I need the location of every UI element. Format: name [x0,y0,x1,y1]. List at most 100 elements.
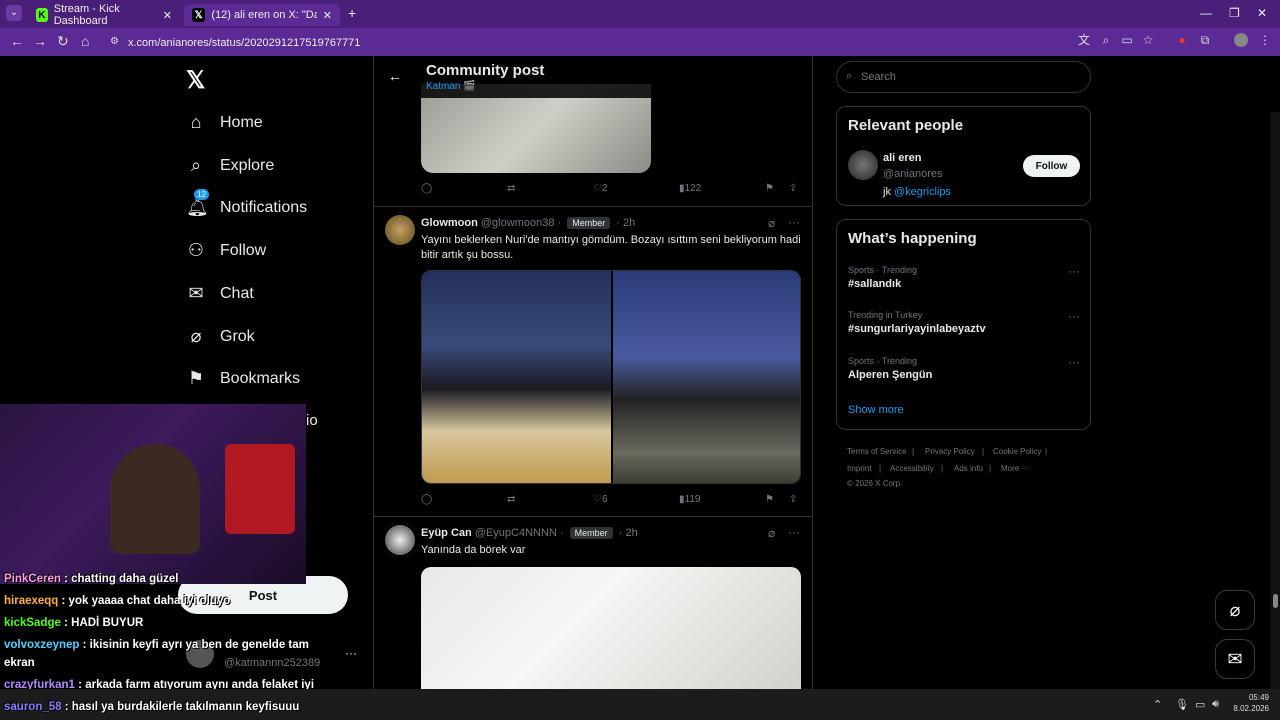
display-icon[interactable]: ▭ [1195,698,1205,711]
extensions-icon[interactable]: ⧉ [1198,33,1212,47]
show-more-link[interactable]: Show more [848,404,904,416]
share-icon[interactable]: ⇪ [789,494,797,505]
back-arrow-icon[interactable]: ← [388,68,402,84]
extension-opera-icon[interactable]: ● [1175,33,1189,47]
restore-icon[interactable]: ❐ [1229,6,1240,20]
tab-search-icon[interactable]: ⌄ [6,5,22,21]
view-count: 122 [684,183,702,194]
trend-item[interactable]: Sports · Trending #sallandık [848,265,917,290]
profile-avatar[interactable] [1234,33,1248,47]
footer-terms[interactable]: Terms of Service [847,447,907,456]
volume-icon[interactable]: 🔊︎ [1212,698,1219,711]
back-icon[interactable]: ← [10,33,24,49]
footer-accessibility[interactable]: Accessibility [890,464,934,473]
forward-icon[interactable]: → [33,33,47,49]
sidebar-item-grok[interactable]: ⌀ Grok [186,326,255,347]
avatar[interactable] [385,525,415,555]
views-icon[interactable]: ▮ 122 [679,183,701,194]
footer-more[interactable]: More ··· [1001,464,1029,473]
reply-icon[interactable]: ◯ [421,183,432,194]
minimize-icon[interactable]: — [1200,6,1212,20]
tweet-eyupcan[interactable]: Eyüp Can @EyupC4NNNN · Member · 2h ⌀ ···… [374,517,812,689]
close-tab-icon[interactable]: ✕ [323,9,332,22]
tweet-time[interactable]: · 2h [616,217,635,229]
tab-x-post[interactable]: 𝕏 (12) ali eren on X: "Dark Souls 3 ✕ [184,4,340,26]
person-handle[interactable]: @anianores [883,168,942,180]
clock[interactable]: 05:49 8.02.2026 [1233,693,1269,713]
close-tab-icon[interactable]: ✕ [163,9,172,22]
share-icon[interactable]: ⇪ [789,183,797,194]
author-name[interactable]: Eyüp Can [421,527,472,539]
search-input[interactable]: ⌕ Search [836,61,1091,93]
translate-icon[interactable]: 文 [1077,33,1091,47]
sidebar-item-partial[interactable]: io [306,412,318,429]
avatar[interactable] [385,215,415,245]
close-window-icon[interactable]: ✕ [1257,6,1267,20]
footer-ads-info[interactable]: Ads info [954,464,983,473]
bookmark-star-icon[interactable]: ☆ [1141,33,1155,47]
site-info-icon[interactable]: ⚙ [110,36,119,47]
trend-more-icon[interactable]: ··· [1068,309,1080,323]
footer-privacy[interactable]: Privacy Policy [925,447,975,456]
tab-kick-dashboard[interactable]: K Stream - Kick Dashboard ✕ [28,3,180,27]
sidebar-item-bookmarks[interactable]: ⚑ Bookmarks [186,368,300,389]
sidebar-item-notifications[interactable]: 🔔︎ 12 Notifications [186,189,307,218]
trend-more-icon[interactable]: ··· [1068,355,1080,369]
grok-action-icon[interactable]: ⌀ [768,216,775,230]
grok-fab-button[interactable]: ⌀ [1215,590,1255,630]
tweet-image[interactable] [422,271,611,483]
url-field[interactable]: x.com/anianores/status/20202912175197677… [128,37,360,49]
trend-category: Sports · Trending [848,265,918,275]
bio-link[interactable]: @kegriclips [894,186,951,198]
author-name[interactable]: Glowmoon [421,217,478,229]
cast-icon[interactable]: ▭ [1120,33,1134,47]
author-handle[interactable]: @glowmoon38 [481,217,555,229]
tweet-glowmoon[interactable]: Glowmoon @glowmoon38 · Member · 2h ⌀ ···… [374,207,812,517]
more-icon[interactable]: ··· [788,525,800,539]
tweet-media[interactable] [421,270,801,484]
menu-icon[interactable]: ⋮ [1258,33,1272,47]
microphone-icon[interactable]: 🎙︎ [1175,698,1189,711]
sidebar-item-home[interactable]: ⌂ Home [186,112,263,133]
trend-item[interactable]: Trending in Turkey #sungurlariyayinlabey… [848,310,986,335]
community-link[interactable]: Katman 🎬 [426,81,476,92]
new-tab-button[interactable]: + [348,5,356,21]
zoom-icon[interactable]: ⌕ [1099,33,1113,47]
sidebar-item-chat[interactable]: ✉ Chat [186,283,253,304]
mail-icon: ✉ [1227,648,1243,669]
x-logo[interactable]: 𝕏 [186,66,205,95]
trend-more-icon[interactable]: ··· [1068,264,1080,278]
home-browser-icon[interactable]: ⌂ [81,33,89,49]
follow-button[interactable]: Follow [1023,155,1080,177]
sidebar-item-explore[interactable]: ⌕ Explore [186,155,274,176]
tweet-image[interactable] [421,567,801,689]
chat-text: : chatting daha güzel [64,573,179,585]
repost-icon[interactable]: ⇄ [507,494,515,505]
trend-item[interactable]: Sports · Trending Alperen Şengün [848,356,932,381]
scrollbar-thumb[interactable] [1273,594,1278,608]
account-handle[interactable]: @katmannn252389 [224,657,320,669]
reply-icon[interactable]: ◯ [421,494,432,505]
repost-icon[interactable]: ⇄ [507,183,515,194]
messages-fab-button[interactable]: ✉ [1215,639,1255,679]
bookmark-action-icon[interactable]: ⚑ [765,494,774,505]
footer-imprint[interactable]: Imprint [847,464,871,473]
account-more-icon[interactable]: ··· [345,646,357,660]
more-icon[interactable]: ··· [788,215,800,229]
sidebar-item-follow[interactable]: ⚇ Follow [186,240,266,261]
bookmark-action-icon[interactable]: ⚑ [765,183,774,194]
person-name[interactable]: ali eren [883,152,922,164]
tray-chevron-icon[interactable]: ⌃ [1153,698,1162,711]
like-icon[interactable]: ♡ 6 [593,494,608,505]
reload-icon[interactable]: ↻ [57,33,69,50]
author-handle[interactable]: @EyupC4NNNN [475,527,557,539]
grok-action-icon[interactable]: ⌀ [768,526,775,540]
like-icon[interactable]: ♡ 2 [593,183,608,194]
tweet-time[interactable]: · 2h [619,527,638,539]
footer-cookie[interactable]: Cookie Policy [993,447,1041,456]
page-scrollbar[interactable] [1270,112,1280,689]
clock-date: 8.02.2026 [1233,704,1269,713]
avatar[interactable] [848,150,878,180]
views-icon[interactable]: ▮ 119 [679,494,700,505]
tweet-image[interactable] [613,271,800,483]
